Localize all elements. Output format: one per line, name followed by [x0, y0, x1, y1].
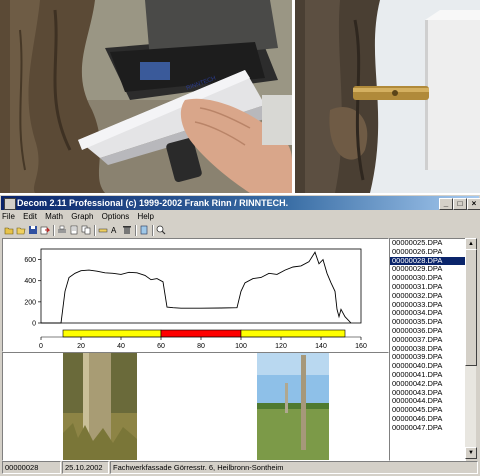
print-icon[interactable] — [57, 225, 67, 235]
x-tick-label: 140 — [315, 343, 327, 350]
file-list-item[interactable]: 00000047.DPA — [390, 423, 465, 433]
post-closeup-image — [63, 353, 137, 460]
density-band — [240, 329, 346, 338]
menu-graph[interactable]: Graph — [71, 212, 93, 221]
decom-window: Decom 2.11 Professional (c) 1999-2002 Fr… — [0, 194, 480, 476]
menu-help[interactable]: Help — [137, 212, 153, 221]
status-date: 25.10.2002 — [62, 461, 109, 474]
status-location: Fachwerkfassade Görresstr. 6, Heilbronn-… — [110, 461, 478, 474]
x-tick-label: 160 — [355, 343, 367, 350]
save-icon[interactable] — [28, 225, 38, 235]
resistance-line — [41, 251, 352, 324]
x-tick-label: 60 — [157, 343, 165, 350]
text-icon[interactable]: A — [110, 225, 120, 235]
menu-file[interactable]: File — [2, 212, 15, 221]
menu-edit[interactable]: Edit — [23, 212, 37, 221]
delete-icon[interactable] — [122, 225, 132, 235]
file-list-scrollbar[interactable]: ▲ ▼ — [465, 238, 477, 459]
chart-canvas: 0 200 400 600 0 20 40 60 80 100 120 140 160 — [24, 248, 367, 350]
toolbar: A — [2, 224, 478, 237]
density-band — [62, 329, 162, 338]
x-tick-label: 120 — [275, 343, 287, 350]
scrollbar-thumb[interactable] — [465, 249, 477, 366]
copy-icon[interactable] — [81, 225, 91, 235]
x-tick-label: 100 — [235, 343, 247, 350]
menu-bar: File Edit Math Graph Options Help — [2, 211, 160, 223]
toolbar-separator — [135, 225, 137, 236]
toolbar-separator — [53, 225, 55, 236]
scroll-down-icon[interactable]: ▼ — [465, 447, 477, 459]
window-title: Decom 2.11 Professional (c) 1999-2002 Fr… — [17, 198, 289, 208]
drill-closeup-photo — [295, 0, 480, 193]
close-button[interactable]: × — [467, 198, 480, 210]
maximize-button[interactable]: □ — [453, 198, 467, 210]
zoom-icon[interactable] — [156, 225, 166, 235]
svg-text:A: A — [111, 226, 117, 235]
x-tick-label: 40 — [117, 343, 125, 350]
minimize-button[interactable]: _ — [439, 198, 453, 210]
toolbar-separator — [152, 225, 154, 236]
field-image — [257, 353, 329, 460]
density-band — [160, 329, 242, 338]
x-tick-label: 0 — [39, 343, 43, 350]
menu-options[interactable]: Options — [102, 212, 130, 221]
drilling-profile-chart[interactable]: 0 200 400 600 0 20 40 60 80 100 120 140 160 — [2, 238, 389, 352]
y-tick-label: 600 — [24, 257, 36, 264]
device-photo: RINNTECH — [0, 0, 292, 193]
status-bar: 00000028 25.10.2002 Fachwerkfassade Görr… — [2, 461, 478, 474]
x-tick-label: 80 — [197, 343, 205, 350]
folder-icon[interactable] — [16, 225, 26, 235]
y-tick-label: 0 — [32, 321, 36, 328]
x-tick-label: 20 — [77, 343, 85, 350]
toolbar-separator — [94, 225, 96, 236]
file-list[interactable]: 00000025.DPA 00000026.DPA 00000028.DPA 0000… — [389, 238, 466, 461]
y-tick-label: 400 — [24, 278, 36, 285]
export-icon[interactable] — [40, 225, 50, 235]
print-preview-icon[interactable] — [69, 225, 79, 235]
measure-icon[interactable] — [98, 225, 108, 235]
photo-strip: RINNTECH — [0, 0, 480, 193]
status-file-id: 00000028 — [2, 461, 61, 474]
menu-math[interactable]: Math — [45, 212, 63, 221]
title-bar: Decom 2.11 Professional (c) 1999-2002 Fr… — [1, 196, 480, 210]
plot-frame — [40, 248, 362, 324]
image-pane — [2, 352, 389, 461]
open-icon[interactable] — [4, 225, 14, 235]
y-tick-label: 200 — [24, 299, 36, 306]
info-icon[interactable] — [139, 225, 149, 235]
app-icon — [4, 198, 16, 210]
